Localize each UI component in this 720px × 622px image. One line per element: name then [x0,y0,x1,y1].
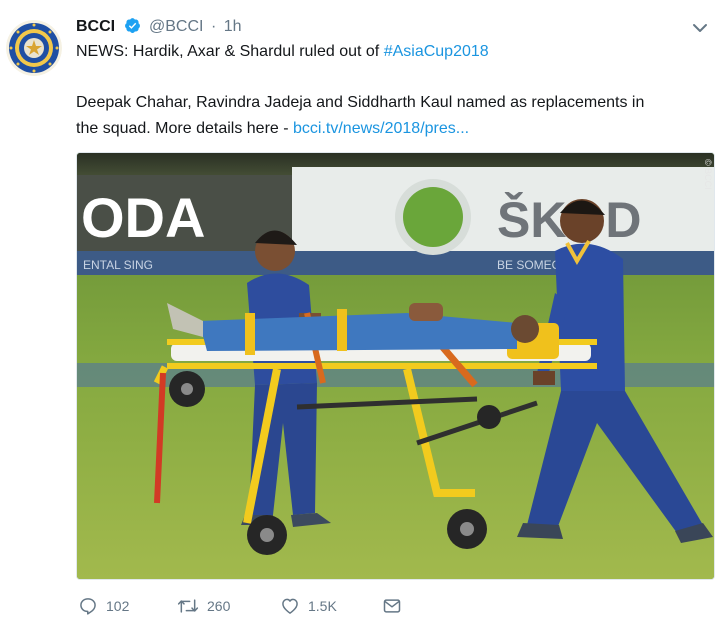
stretcher-photo: ODA ŠKOD ENTAL SING BE SOMEONE [77,153,714,579]
tweet-card[interactable]: BCCI @BCCI · 1h NEWS: Hardik, Axar & Sha… [0,0,720,622]
like-icon [282,598,298,614]
tweet-timestamp[interactable]: 1h [224,18,242,35]
tweet-photo[interactable]: ODA ŠKOD ENTAL SING BE SOMEONE [76,152,715,580]
author-handle[interactable]: @BCCI [149,18,203,35]
tweet-text-line-2: Deepak Chahar, Ravindra Jadeja and Siddh… [76,92,644,114]
retweet-icon [177,599,199,613]
tweet-text-body-2: the squad. More details here - [76,120,294,137]
article-link[interactable]: bcci.tv/news/2018/pres... [293,120,469,137]
photo-credit: © BCCI [703,159,713,190]
like-count: 1.5K [308,598,337,614]
like-button[interactable]: 1.5K [280,596,337,616]
avatar[interactable] [6,20,62,76]
banner-strip-left: ENTAL SING [83,258,153,272]
author-name[interactable]: BCCI [76,18,115,35]
retweet-count: 260 [207,598,231,614]
tweet-text-line-3: the squad. More details here - bcci.tv/n… [76,118,469,140]
tweet-text-headline: NEWS: Hardik, Axar & Shardul ruled out o… [76,43,384,60]
bcci-logo [6,20,62,76]
banner-text-left: ODA [81,186,205,249]
direct-message-button[interactable] [382,596,402,616]
chevron-down-icon[interactable] [690,20,710,36]
separator-dot: · [210,18,217,35]
verified-badge-icon [124,17,141,41]
tweet-text-body-1: Deepak Chahar, Ravindra Jadeja and Siddh… [76,94,645,111]
reply-icon [80,598,96,615]
reply-count: 102 [106,598,130,614]
hashtag-link[interactable]: #AsiaCup2018 [384,43,489,60]
direct-message-icon [383,599,401,613]
tweet-text-line-1: NEWS: Hardik, Axar & Shardul ruled out o… [76,41,489,63]
tweet-header: BCCI @BCCI · 1h [76,16,242,41]
retweet-button[interactable]: 260 [177,596,230,616]
reply-button[interactable]: 102 [78,596,129,616]
